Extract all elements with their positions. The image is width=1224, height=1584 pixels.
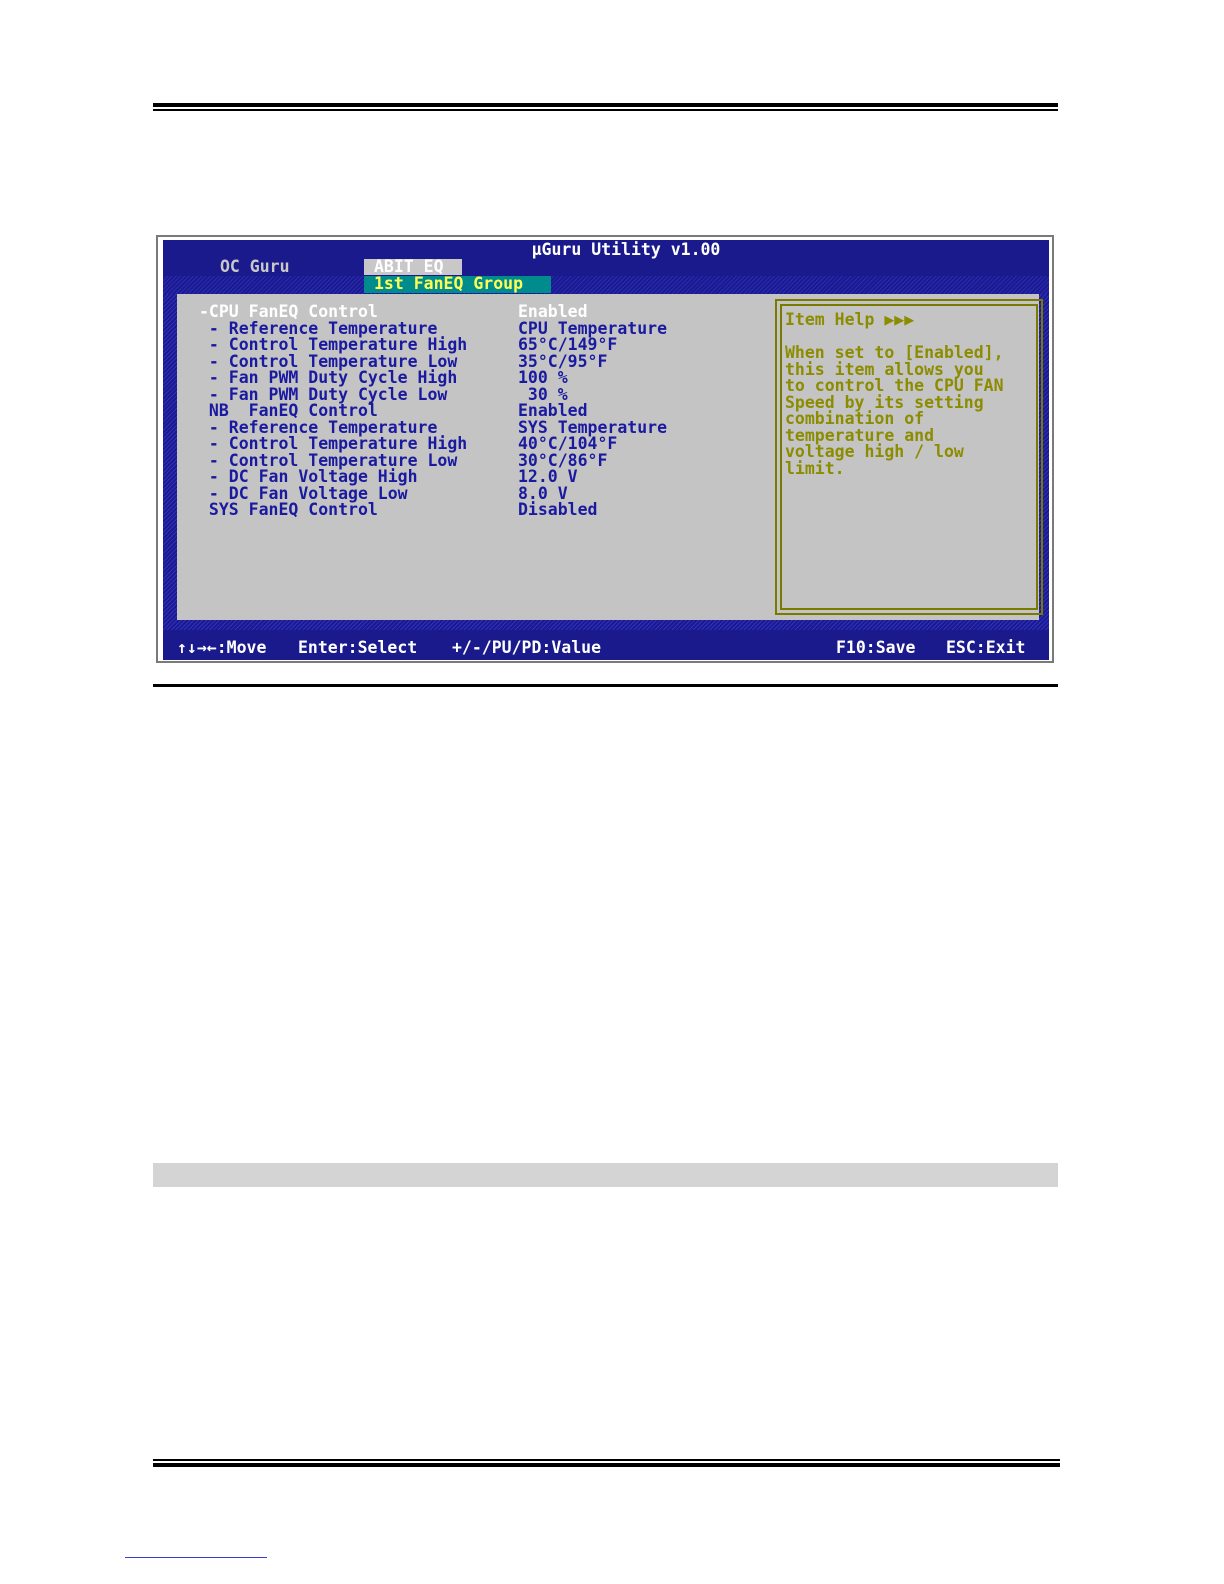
item-help-box: Item Help ▶▶▶ When set to [Enabled], thi… (775, 299, 1043, 615)
settings-panel: -CPU FanEQ Control Enabled - Reference Te… (177, 294, 1043, 620)
status-save: F10:Save (836, 638, 916, 657)
status-move: ↑↓→←:Move (177, 638, 267, 657)
status-select: Enter:Select (298, 638, 418, 657)
bios-title: µGuru Utility v1.00 (531, 240, 721, 259)
help-text-line: When set to [Enabled], (785, 343, 1004, 362)
footer-rule-thin (153, 1459, 1060, 1461)
bios-screenshot: µGuru Utility v1.00 OC Guru ABIT EQ 1st … (156, 235, 1054, 663)
help-text-line: combination of (785, 409, 925, 428)
status-exit: ESC:Exit (946, 638, 1026, 657)
help-text-line: this item allows you (785, 359, 984, 379)
help-text-line: voltage high / low (785, 442, 964, 461)
section-rule (153, 684, 1058, 687)
footer-rule-thick (153, 1463, 1060, 1467)
tab-abit-eq[interactable]: ABIT EQ (364, 258, 462, 275)
setting-label[interactable]: SYS FanEQ Control (199, 501, 378, 519)
hatch-band-top (163, 276, 1049, 294)
setting-value[interactable]: Disabled (518, 501, 597, 519)
status-bar: ↑↓→←:Move Enter:Select +/-/PU/PD:Value F… (163, 638, 1049, 658)
header-rule-thin (153, 109, 1058, 111)
item-help-title: Item Help ▶▶▶ (785, 310, 915, 329)
tab-1st-faneq-group[interactable]: 1st FanEQ Group (364, 275, 551, 293)
help-text-line: limit. (785, 458, 845, 478)
help-text-line: Speed by its setting (785, 392, 984, 412)
status-value: +/-/PU/PD:Value (452, 638, 602, 657)
help-text-line: temperature and (785, 425, 935, 445)
gray-band (153, 1163, 1058, 1187)
footer-link-underline[interactable] (125, 1557, 267, 1558)
header-rule-thick (153, 103, 1058, 107)
tab-oc-guru[interactable]: OC Guru (220, 258, 290, 275)
help-text-line: to control the CPU FAN (785, 376, 1004, 395)
bios-screen: µGuru Utility v1.00 OC Guru ABIT EQ 1st … (163, 240, 1049, 660)
